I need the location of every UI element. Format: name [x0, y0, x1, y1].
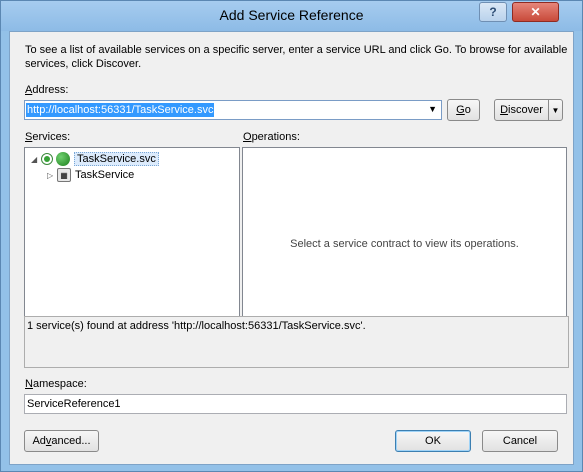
- status-area: 1 service(s) found at address 'http://lo…: [24, 316, 569, 368]
- address-label: Address:: [25, 84, 69, 96]
- service-contract-icon: ▦: [57, 168, 71, 182]
- close-icon: ✕: [530, 5, 541, 19]
- close-button[interactable]: ✕: [512, 2, 559, 22]
- status-text: 1 service(s) found at address 'http://lo…: [27, 320, 366, 332]
- tree-item-taskservice[interactable]: ▷ ▦ TaskService: [47, 167, 134, 183]
- help-button[interactable]: ?: [479, 2, 507, 22]
- address-combobox[interactable]: http://localhost:56331/TaskService.svc ▼: [24, 100, 442, 120]
- dialog-client-area: To see a list of available services on a…: [9, 31, 574, 465]
- tree-item-label: TaskService: [75, 169, 135, 181]
- title-bar: Add Service Reference ? ✕: [1, 1, 582, 31]
- go-button[interactable]: Go: [447, 99, 480, 121]
- help-icon: ?: [489, 5, 497, 19]
- operations-label: Operations:: [243, 131, 300, 143]
- tree-item-taskservice-svc[interactable]: ◢ TaskService.svc: [31, 151, 159, 167]
- intro-text: To see a list of available services on a…: [25, 44, 568, 70]
- namespace-label: Namespace:: [25, 378, 87, 390]
- dialog-window: Add Service Reference ? ✕ To see a list …: [0, 0, 583, 472]
- tree-item-label: TaskService.svc: [74, 152, 159, 166]
- advanced-button-label: Advanced...: [32, 435, 91, 447]
- cancel-button[interactable]: Cancel: [482, 430, 558, 452]
- collapsed-arrow-icon[interactable]: ▷: [47, 171, 57, 180]
- services-tree[interactable]: ◢ TaskService.svc ▷ ▦ TaskService: [24, 147, 240, 339]
- ok-button-label: OK: [425, 435, 441, 447]
- discover-button-label[interactable]: Discover: [495, 100, 548, 120]
- selected-radio-icon: [41, 153, 53, 165]
- discover-dropdown-arrow-icon[interactable]: ▼: [548, 100, 562, 120]
- go-button-label: Go: [456, 104, 471, 116]
- operations-panel[interactable]: Select a service contract to view its op…: [242, 147, 567, 339]
- expanded-arrow-icon[interactable]: ◢: [31, 155, 41, 164]
- advanced-button[interactable]: Advanced...: [24, 430, 99, 452]
- cancel-button-label: Cancel: [502, 435, 538, 447]
- address-input[interactable]: http://localhost:56331/TaskService.svc: [26, 103, 215, 117]
- operations-empty-message: Select a service contract to view its op…: [290, 238, 519, 250]
- services-label: Services:: [25, 131, 71, 143]
- namespace-value: ServiceReference1: [27, 398, 121, 410]
- ok-button[interactable]: OK: [395, 430, 471, 452]
- web-service-icon: [56, 152, 70, 166]
- chevron-down-icon[interactable]: ▼: [428, 104, 437, 114]
- discover-button[interactable]: Discover ▼: [494, 99, 563, 121]
- namespace-input[interactable]: ServiceReference1: [24, 394, 567, 414]
